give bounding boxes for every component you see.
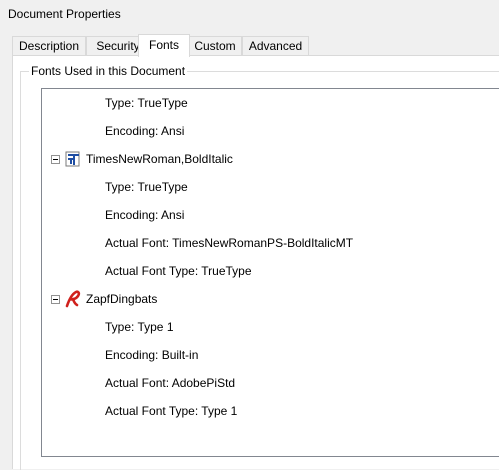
font-property: Actual Font: TimesNewRomanPS-BoldItalicM… [105,236,354,250]
font-property: Type: TrueType [105,180,188,194]
font-property: Encoding: Ansi [105,208,185,222]
font-name[interactable]: ZapfDingbats [86,289,157,309]
tab-advanced[interactable]: Advanced [242,36,309,55]
collapse-toggle-icon[interactable] [51,295,60,304]
font-property: Type: Type 1 [105,320,174,334]
tab-fonts[interactable]: Fonts [138,34,190,57]
tab-description[interactable]: Description [12,36,86,55]
type1-font-icon [65,290,81,308]
fonts-tree-list[interactable]: Type: TrueType Encoding: Ansi TimesNewRo… [41,88,499,457]
font-property: Actual Font: AdobePiStd [105,376,236,390]
font-property: Encoding: Built-in [105,348,199,362]
font-name[interactable]: TimesNewRoman,BoldItalic [86,149,233,169]
font-property: Type: TrueType [105,96,188,110]
fonts-group-label: Fonts Used in this Document [29,64,188,78]
font-property: Encoding: Ansi [105,124,185,138]
tab-custom[interactable]: Custom [188,36,242,55]
window-title: Document Properties [8,7,121,21]
tab-bar: Description Security Fonts Custom Advanc… [12,34,499,57]
font-property: Actual Font Type: Type 1 [105,404,238,418]
font-property: Actual Font Type: TrueType [105,264,252,278]
collapse-toggle-icon[interactable] [51,155,60,164]
truetype-font-icon [65,151,80,167]
